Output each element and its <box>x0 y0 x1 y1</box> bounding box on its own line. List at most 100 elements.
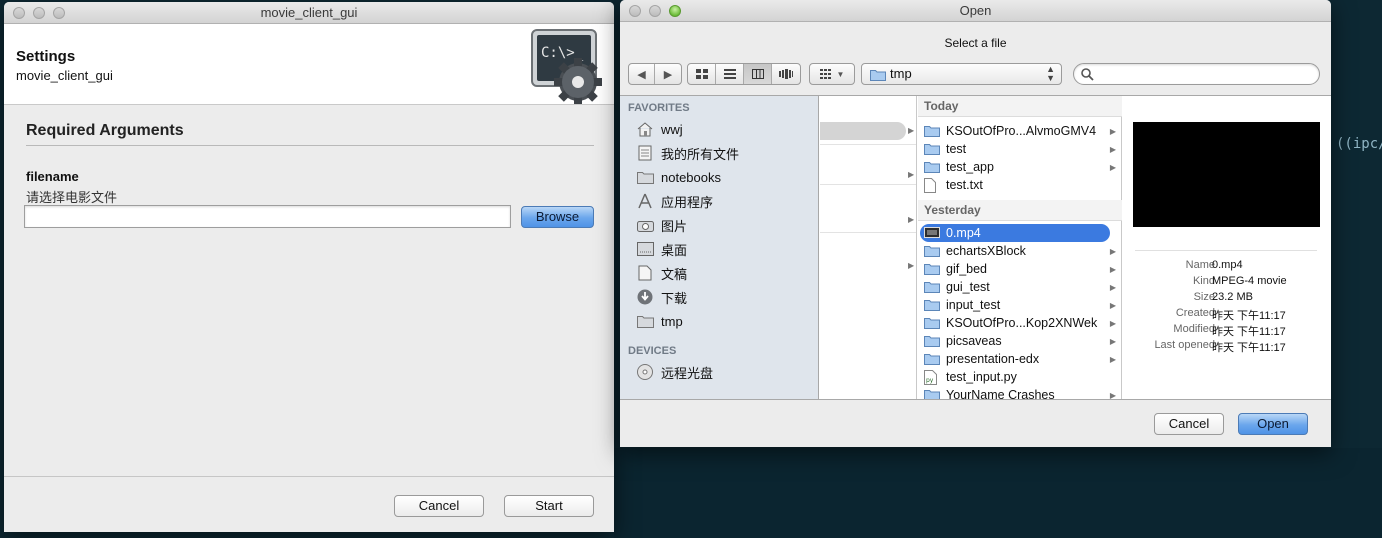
meta-key: Name <box>1185 259 1215 271</box>
file-row[interactable]: gif_bed ▶ <box>920 260 1116 278</box>
svg-text:py: py <box>926 377 934 384</box>
preview-pane: Name 0.mp4 Kind MPEG-4 movie Size 23.2 M… <box>1123 96 1331 399</box>
group-header-yesterday: Yesterday <box>918 200 1122 221</box>
file-list-column: Today KSOutOfPro...AlvmoGMV4 ▶ test ▶ te… <box>918 96 1122 399</box>
sidebar-item-tmp[interactable]: tmp <box>636 311 683 331</box>
column-view-button[interactable] <box>744 64 772 84</box>
parent-column: ▶ ▶ ▶ ▶ <box>820 96 917 399</box>
folder-icon <box>636 172 654 184</box>
dialog-title: Open <box>959 3 992 18</box>
disclosure-arrow-icon: ▶ <box>1109 300 1116 310</box>
disclosure-arrow-icon: ▶ <box>1109 144 1116 154</box>
folder-icon <box>924 144 940 155</box>
disclosure-arrow-icon: ▶ <box>908 261 915 270</box>
section-title: Required Arguments <box>26 122 184 139</box>
disclosure-arrow-icon: ▶ <box>1109 126 1116 136</box>
folder-icon <box>924 162 940 173</box>
folder-icon <box>870 70 886 81</box>
sidebar-item-downloads[interactable]: 下载 <box>636 287 687 307</box>
file-row[interactable]: input_test ▶ <box>920 296 1116 314</box>
file-row[interactable]: gui_test ▶ <box>920 278 1116 296</box>
start-button[interactable]: Start <box>504 495 594 517</box>
file-row[interactable]: picsaveas ▶ <box>920 332 1116 350</box>
arrange-grid-icon <box>819 69 831 79</box>
sidebar-item-remote-disc[interactable]: 远程光盘 <box>636 362 713 382</box>
desktop-icon <box>636 242 654 256</box>
folder-icon <box>924 282 940 293</box>
view-mode-control <box>687 63 801 85</box>
forward-arrow-icon: ▶ <box>663 68 673 81</box>
arrange-menu-button[interactable]: ▼ <box>809 63 855 85</box>
settings-header: Settings movie_client_gui C:\>_ <box>4 24 614 105</box>
grid-icon <box>695 69 708 79</box>
sidebar-item-home[interactable]: wwj <box>636 119 683 139</box>
zoom-window-button[interactable] <box>53 7 65 19</box>
file-row[interactable]: KSOutOfPro...Kop2XNWek ▶ <box>920 314 1116 332</box>
file-row[interactable]: test ▶ <box>920 140 1116 158</box>
close-window-button[interactable] <box>13 7 25 19</box>
window-title: movie_client_gui <box>260 5 358 20</box>
search-field[interactable] <box>1073 63 1320 85</box>
browse-button[interactable]: Browse <box>521 206 594 228</box>
list-icon <box>723 69 736 79</box>
sidebar-item-documents[interactable]: 文稿 <box>636 263 687 283</box>
search-icon <box>1081 68 1094 81</box>
cancel-button[interactable]: Cancel <box>394 495 484 517</box>
folder-icon <box>924 264 940 275</box>
icon-view-button[interactable] <box>688 64 716 84</box>
field-label: filename <box>26 169 79 184</box>
updown-chevron-icon: ▲ ▼ <box>1046 64 1055 83</box>
folder-icon <box>924 126 940 137</box>
disclosure-arrow-icon: ▶ <box>1109 246 1116 256</box>
disclosure-arrow-icon: ▶ <box>1109 390 1116 400</box>
minimize-window-button[interactable] <box>649 5 661 17</box>
sidebar-item-desktop[interactable]: 桌面 <box>636 239 687 259</box>
disclosure-arrow-icon: ▶ <box>1109 336 1116 346</box>
back-button[interactable]: ◀ <box>629 64 655 84</box>
open-button[interactable]: Open <box>1238 413 1308 435</box>
folder-icon <box>924 336 940 347</box>
disclosure-arrow-icon: ▶ <box>1109 264 1116 274</box>
meta-value: 23.2 MB <box>1212 291 1253 303</box>
file-row[interactable]: echartsXBlock ▶ <box>920 242 1116 260</box>
terminal-gear-icon: C:\>_ <box>531 29 602 104</box>
file-row[interactable]: test.txt <box>920 176 1110 194</box>
disclosure-arrow-icon: ▶ <box>1109 354 1116 364</box>
meta-value: 昨天 下午11:17 <box>1212 342 1286 354</box>
folder-icon <box>924 390 940 399</box>
file-row[interactable]: YourName Crashes ▶ <box>920 386 1116 399</box>
file-row[interactable]: test_app ▶ <box>920 158 1116 176</box>
close-window-button[interactable] <box>629 5 641 17</box>
sidebar-section-favorites: FAVORITES <box>628 102 690 114</box>
filename-input[interactable] <box>24 205 511 228</box>
meta-key: Created <box>1175 307 1215 319</box>
sidebar-item-applications[interactable]: 应用程序 <box>636 191 713 211</box>
movie-thumbnail <box>1133 122 1320 227</box>
meta-value: 昨天 下午11:17 <box>1212 326 1286 338</box>
sidebar-item-notebooks[interactable]: notebooks <box>636 167 721 187</box>
document-icon <box>638 265 652 281</box>
download-icon <box>637 289 653 305</box>
file-row[interactable]: KSOutOfPro...AlvmoGMV4 ▶ <box>920 122 1116 140</box>
list-view-button[interactable] <box>716 64 744 84</box>
path-popup[interactable]: tmp ▲ ▼ <box>861 63 1062 85</box>
sidebar-item-pictures[interactable]: 图片 <box>636 215 687 235</box>
cancel-button[interactable]: Cancel <box>1154 413 1224 435</box>
open-dialog-titlebar: Open <box>620 0 1331 22</box>
folder-icon <box>924 354 940 365</box>
group-header-today: Today <box>918 96 1122 117</box>
file-row[interactable]: py test_input.py <box>920 368 1110 386</box>
meta-key: Modified <box>1173 323 1215 335</box>
camera-icon <box>636 220 654 232</box>
minimize-window-button[interactable] <box>33 7 45 19</box>
coverflow-icon <box>779 69 793 79</box>
forward-button[interactable]: ▶ <box>655 64 681 84</box>
zoom-window-button[interactable] <box>669 5 681 17</box>
file-row-selected[interactable]: 0.mp4 <box>920 224 1110 242</box>
file-row[interactable]: presentation-edx ▶ <box>920 350 1116 368</box>
text-file-icon <box>924 178 936 193</box>
coverflow-view-button[interactable] <box>772 64 800 84</box>
folder-icon <box>924 318 940 329</box>
sidebar-item-all-files[interactable]: 我的所有文件 <box>636 143 739 163</box>
folder-icon <box>924 246 940 257</box>
